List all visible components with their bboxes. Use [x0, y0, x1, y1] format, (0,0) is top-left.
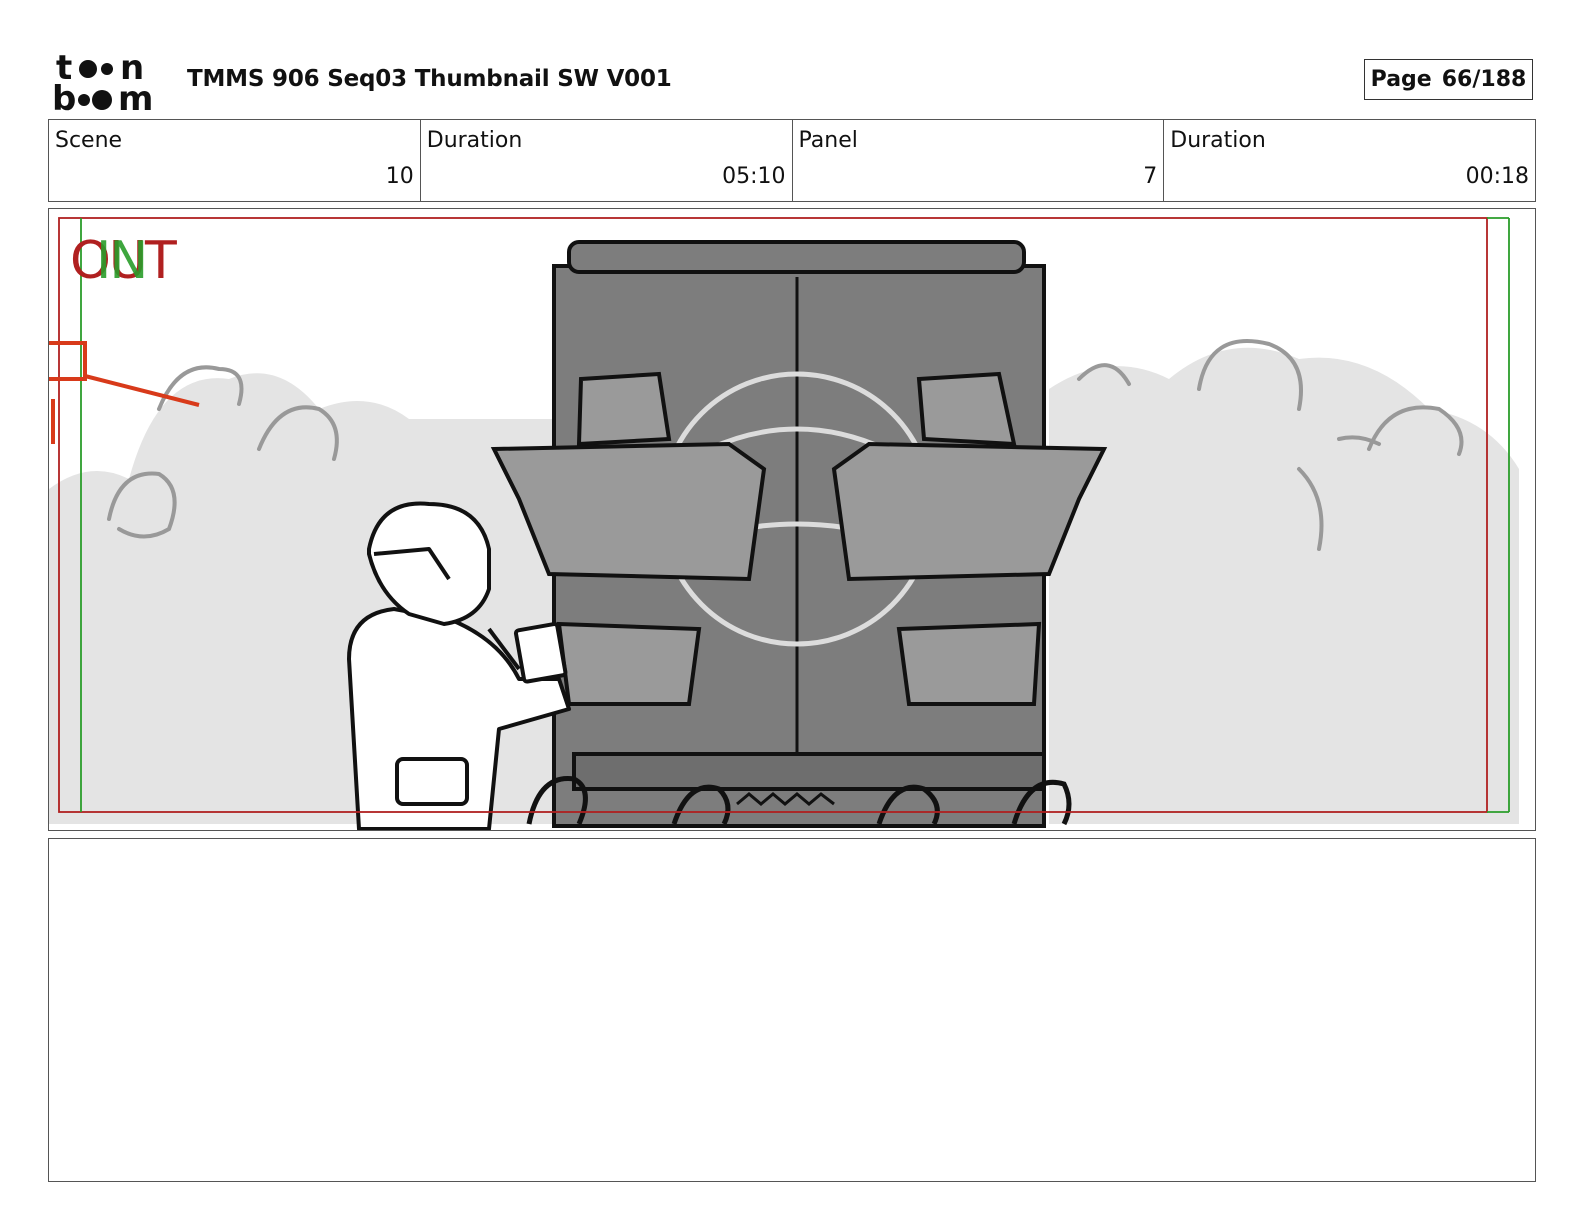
storyboard-panel: OUT IN [48, 208, 1536, 831]
panel-info-row: Scene 10 Duration 05:10 Panel 7 Duration… [48, 119, 1536, 202]
page-number: 66/188 [1441, 67, 1527, 92]
logo-graphic: t n b m [52, 48, 153, 119]
panel-sketch [49, 217, 1519, 830]
panel-duration-cell: Duration 00:18 [1164, 120, 1535, 201]
panel-notes [48, 838, 1536, 1182]
scene-duration-value: 05:10 [722, 164, 786, 189]
scene-value: 10 [385, 164, 414, 189]
in-label: IN [96, 231, 148, 291]
panel-duration-label: Duration [1170, 128, 1266, 153]
page-indicator: Page 66/188 [1364, 59, 1533, 100]
scene-label: Scene [55, 128, 123, 153]
machine-cabinet [490, 240, 1108, 828]
svg-text:b: b [52, 79, 76, 112]
panel-duration-value: 00:18 [1465, 164, 1529, 189]
panel-label: Panel [798, 128, 858, 153]
scene-duration-cell: Duration 05:10 [421, 120, 793, 201]
scene-cell: Scene 10 [49, 120, 421, 201]
svg-text:m: m [118, 79, 153, 112]
toon-boom-logo: t n b m [50, 48, 165, 119]
panel-cell: Panel 7 [793, 120, 1165, 201]
panel-value: 7 [1143, 164, 1158, 189]
scene-duration-label: Duration [426, 128, 523, 153]
document-title: TMMS 906 Seq03 Thumbnail SW V001 [187, 66, 672, 92]
page-label: Page [1370, 67, 1432, 92]
